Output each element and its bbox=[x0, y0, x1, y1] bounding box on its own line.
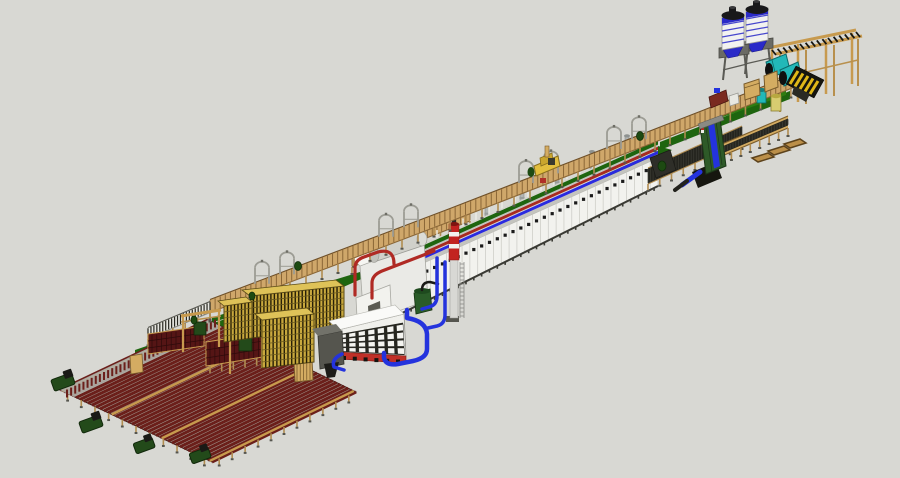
scene-svg bbox=[0, 0, 900, 478]
viewport-3d[interactable] bbox=[0, 0, 900, 478]
